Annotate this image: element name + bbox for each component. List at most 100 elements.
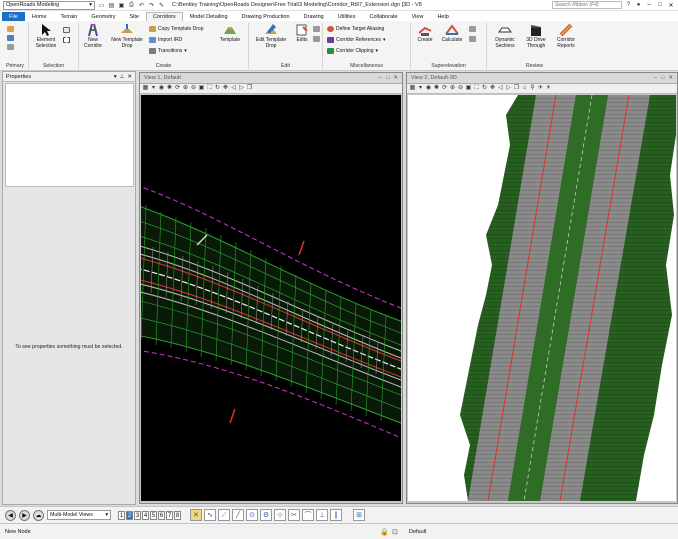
update-view-icon[interactable]: ⟳	[441, 85, 448, 92]
tab-file[interactable]: File	[2, 12, 25, 21]
fit-view-icon[interactable]: ⛶	[473, 85, 480, 92]
undo-icon[interactable]: ↶	[138, 2, 145, 9]
view-button-4[interactable]: 4	[142, 510, 149, 520]
tab-model-detailing[interactable]: Model Detailing	[183, 12, 235, 21]
maximize-icon[interactable]: □	[661, 75, 664, 81]
close-button[interactable]: ✕	[667, 2, 675, 9]
close-icon[interactable]: ✕	[127, 74, 132, 80]
grid-icon[interactable]: ⊡	[392, 528, 404, 536]
view-button-8[interactable]: 8	[174, 510, 181, 520]
minimize-button[interactable]: –	[645, 2, 653, 8]
properties-list[interactable]	[5, 83, 134, 187]
new-file-icon[interactable]: ▭	[98, 2, 105, 9]
search-ribbon-input[interactable]: Search Ribbon (F4)	[552, 1, 622, 9]
view-attributes-icon[interactable]: ▦	[409, 85, 416, 92]
chevron-down-icon[interactable]: ▾	[417, 85, 424, 92]
tab-corridors[interactable]: Corridors	[146, 12, 183, 21]
new-template-drop-button[interactable]: New Template Drop	[107, 23, 147, 49]
view-button-2[interactable]: 2	[126, 510, 133, 520]
view-button-1[interactable]: 1	[118, 510, 125, 520]
rotate-view-icon[interactable]: ↻	[481, 85, 488, 92]
update-view-icon[interactable]: ⟳	[174, 85, 181, 92]
view-attributes-icon[interactable]: ▦	[142, 85, 149, 92]
window-area-icon[interactable]: ▣	[465, 85, 472, 92]
open-file-icon[interactable]: ▤	[108, 2, 115, 9]
tab-terrain[interactable]: Terrain	[54, 12, 85, 21]
zoom-out-icon[interactable]: ⊖	[457, 85, 464, 92]
display-style-icon[interactable]: ◉	[158, 85, 165, 92]
chevron-down-icon[interactable]: ▾	[114, 74, 117, 80]
edit-tool-icon[interactable]	[313, 25, 320, 32]
view-1-canvas[interactable]	[141, 95, 401, 501]
keypoint-snap-icon[interactable]: ✕	[190, 509, 202, 521]
zoom-in-icon[interactable]: ⊕	[449, 85, 456, 92]
view-button-6[interactable]: 6	[158, 510, 165, 520]
display-style-icon[interactable]: ◉	[425, 85, 432, 92]
fit-view-icon[interactable]: ⛶	[206, 85, 213, 92]
maximize-button[interactable]: □	[656, 2, 664, 8]
close-icon[interactable]: ✕	[393, 75, 398, 81]
accudraw-icon[interactable]: ⊞	[353, 509, 365, 521]
help-icon[interactable]: ?	[625, 2, 632, 8]
redo-icon[interactable]: ↷	[148, 2, 155, 9]
view-next-icon[interactable]: ▷	[505, 85, 512, 92]
view-next-icon[interactable]: ▶	[19, 509, 30, 521]
origin-snap-icon[interactable]: ⚙	[260, 509, 272, 521]
camera-icon[interactable]: ⌂	[521, 85, 528, 92]
view-button-7[interactable]: 7	[166, 510, 173, 520]
view-next-icon[interactable]: ▷	[238, 85, 245, 92]
zoom-in-icon[interactable]: ⊕	[182, 85, 189, 92]
bisector-snap-icon[interactable]: ⊹	[274, 509, 286, 521]
new-corridor-button[interactable]: New Corridor	[80, 23, 106, 49]
edits-button[interactable]: Edits	[293, 23, 311, 44]
cloud-icon[interactable]: ☁	[33, 509, 44, 521]
walk-icon[interactable]: ⚲	[529, 85, 536, 92]
light-icon[interactable]: ☀	[545, 85, 552, 92]
user-icon[interactable]: ●	[635, 2, 642, 8]
rotate-view-icon[interactable]: ↻	[214, 85, 221, 92]
tab-help[interactable]: Help	[430, 12, 455, 21]
edit-template-drop-button[interactable]: Edit Template Drop	[251, 23, 291, 49]
copy-view-icon[interactable]: ❐	[246, 85, 253, 92]
intersection-snap-icon[interactable]: ✂	[288, 509, 300, 521]
attributes-icon[interactable]	[7, 34, 14, 41]
select-all-icon[interactable]	[63, 26, 70, 33]
view-button-5[interactable]: 5	[150, 510, 157, 520]
pan-view-icon[interactable]: ✥	[222, 85, 229, 92]
brightness-icon[interactable]: ✺	[433, 85, 440, 92]
superelevation-create-button[interactable]: Create	[413, 23, 437, 44]
transitions-button[interactable]: Transitions ▾	[149, 47, 187, 54]
view-previous-icon[interactable]: ◁	[230, 85, 237, 92]
nearest-snap-icon[interactable]: ∿	[204, 509, 216, 521]
view-previous-icon[interactable]: ◀	[5, 509, 16, 521]
view-2-canvas[interactable]	[408, 95, 676, 501]
tab-utilities[interactable]: Utilities	[331, 12, 363, 21]
explorer-icon[interactable]	[7, 25, 14, 32]
brightness-icon[interactable]: ✺	[166, 85, 173, 92]
corridor-clipping-button[interactable]: Corridor Clipping ▾	[327, 47, 378, 54]
parallel-snap-icon[interactable]: ∥	[330, 509, 342, 521]
tab-site[interactable]: Site	[123, 12, 146, 21]
tab-home[interactable]: Home	[25, 12, 54, 21]
tab-collaborate[interactable]: Collaborate	[362, 12, 404, 21]
pin-icon[interactable]: ⊥	[120, 74, 125, 80]
super-tool-2-icon[interactable]	[469, 35, 476, 42]
view-previous-icon[interactable]: ◁	[497, 85, 504, 92]
corridor-references-button[interactable]: Corridor References ▾	[327, 36, 386, 43]
tab-drawing[interactable]: Drawing	[297, 12, 331, 21]
workflow-selector[interactable]: OpenRoads Modeling ▾	[3, 0, 95, 10]
close-icon[interactable]: ✕	[668, 75, 673, 81]
pan-view-icon[interactable]: ✥	[489, 85, 496, 92]
print-icon[interactable]: ⎙	[128, 2, 135, 9]
edit-tool-2-icon[interactable]	[313, 35, 320, 42]
element-selection-button[interactable]: Element Selection	[31, 23, 61, 49]
chevron-down-icon[interactable]: ▾	[150, 85, 157, 92]
fly-icon[interactable]: ✈	[537, 85, 544, 92]
maximize-icon[interactable]: □	[386, 75, 389, 81]
tools-icon[interactable]	[7, 43, 14, 50]
calculate-button[interactable]: Calculate	[438, 23, 466, 44]
tangent-snap-icon[interactable]: ⌒	[302, 509, 314, 521]
copy-view-icon[interactable]: ❐	[513, 85, 520, 92]
view-button-3[interactable]: 3	[134, 510, 141, 520]
midpoint-snap-icon[interactable]: ⟋	[218, 509, 230, 521]
